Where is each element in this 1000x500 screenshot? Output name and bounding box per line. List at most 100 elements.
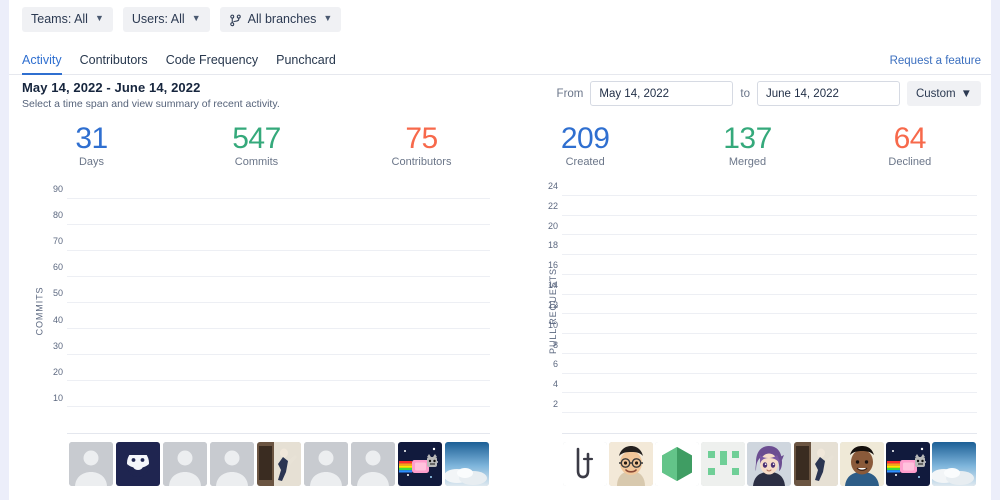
bar-slot xyxy=(208,186,255,434)
y-tick-label: 2 xyxy=(552,399,558,410)
y-tick-label: 10 xyxy=(52,392,63,403)
photo-dancer-avatar[interactable] xyxy=(256,442,301,486)
stat-days: 31 Days xyxy=(9,122,174,168)
header-title-block: May 14, 2022 - June 14, 2022 Select a ti… xyxy=(22,79,280,110)
y-tick-label: 60 xyxy=(52,262,63,273)
request-a-feature-link[interactable]: Request a feature xyxy=(890,55,981,74)
branch-filter-dropdown[interactable]: All branches ▼ xyxy=(219,6,342,32)
lt-logo-avatar[interactable] xyxy=(563,442,608,486)
bar-slot xyxy=(885,186,931,434)
photo-dancer-avatar[interactable] xyxy=(793,442,838,486)
commits-bars xyxy=(67,186,490,434)
branch-icon xyxy=(229,14,242,27)
stat-created-value: 209 xyxy=(560,122,610,155)
stat-declined: 64 Declined xyxy=(829,122,991,168)
smiling-person-avatar[interactable] xyxy=(839,442,884,486)
tab-contributors[interactable]: Contributors xyxy=(80,53,148,74)
chevron-down-icon: ▼ xyxy=(960,87,972,100)
date-range-controls: From to Custom ▼ xyxy=(557,79,981,106)
bar-slot xyxy=(608,186,654,434)
avatar-slot xyxy=(839,442,885,494)
stat-contributors-label: Contributors xyxy=(391,156,452,168)
avatar-slot xyxy=(208,442,255,494)
filter-bar: Teams: All ▼ Users: All ▼ All branches ▼ xyxy=(9,0,991,38)
default-user-avatar[interactable] xyxy=(350,442,395,486)
default-user-avatar[interactable] xyxy=(68,442,113,486)
stat-created: 209 Created xyxy=(504,122,666,168)
stat-merged: 137 Merged xyxy=(666,122,828,168)
commits-plot-area: 10 20 30 40 50 60 70 80 90 xyxy=(41,184,490,434)
date-preset-label: Custom xyxy=(915,87,956,100)
bar-slot xyxy=(161,186,208,434)
default-user-avatar[interactable] xyxy=(209,442,254,486)
activity-dashboard: Teams: All ▼ Users: All ▼ All branches ▼… xyxy=(0,0,1000,500)
date-to-input[interactable] xyxy=(756,81,900,106)
y-tick-label: 10 xyxy=(547,319,558,330)
tab-code-frequency[interactable]: Code Frequency xyxy=(166,53,258,74)
nyan-cat-avatar[interactable] xyxy=(397,442,442,486)
tab-code-frequency-label: Code Frequency xyxy=(165,53,259,67)
bar-slot xyxy=(654,186,700,434)
tab-activity[interactable]: Activity xyxy=(22,53,62,75)
avatar-slot xyxy=(396,442,443,494)
tab-punchcard[interactable]: Punchcard xyxy=(276,53,336,74)
from-label: From xyxy=(556,87,584,100)
bar-slot xyxy=(931,186,977,434)
stat-contributors-value: 75 xyxy=(405,122,438,155)
bar-slot xyxy=(746,186,792,434)
y-tick-label: 14 xyxy=(547,280,558,291)
default-user-avatar[interactable] xyxy=(303,442,348,486)
bar-slot xyxy=(793,186,839,434)
bar-slot xyxy=(67,186,114,434)
avatar-slot xyxy=(931,442,977,494)
stat-contributors: 75 Contributors xyxy=(339,122,504,168)
stat-commits: 547 Commits xyxy=(174,122,339,168)
avatar-slot xyxy=(654,442,700,494)
commits-stats: 31 Days 547 Commits 75 Contributors xyxy=(9,118,504,180)
teams-filter-label: Teams: All xyxy=(31,12,88,26)
sky-clouds-avatar[interactable] xyxy=(444,442,489,486)
bar-slot xyxy=(839,186,885,434)
green-hexagon-avatar[interactable] xyxy=(655,442,700,486)
bar-slot xyxy=(114,186,161,434)
tab-contributors-label: Contributors xyxy=(79,53,148,67)
tab-activity-label: Activity xyxy=(22,53,62,67)
page-subtitle: Select a time span and view summary of r… xyxy=(22,98,280,110)
pull-requests-plot-area: 2 4 6 8 10 12 14 16 18 20 22 24 xyxy=(536,181,977,434)
date-preset-dropdown[interactable]: Custom ▼ xyxy=(906,81,981,106)
nyan-cat-avatar[interactable] xyxy=(885,442,930,486)
teams-filter-dropdown[interactable]: Teams: All ▼ xyxy=(22,6,113,32)
page-gutter-right xyxy=(991,0,1000,500)
chevron-down-icon: ▼ xyxy=(94,12,104,23)
default-user-avatar[interactable] xyxy=(162,442,207,486)
avatar-slot xyxy=(700,442,746,494)
branch-filter-label: All branches xyxy=(247,12,317,26)
users-filter-dropdown[interactable]: Users: All ▼ xyxy=(122,6,210,32)
page-gutter-left xyxy=(0,0,9,500)
stat-commits-value: 547 xyxy=(232,122,281,155)
bar-slot xyxy=(302,186,349,434)
stat-days-value: 31 xyxy=(75,122,108,155)
bar-slot xyxy=(396,186,443,434)
sky-clouds-avatar[interactable] xyxy=(931,442,976,486)
date-from-input[interactable] xyxy=(590,81,734,106)
commits-chart: COMMITS 10 20 30 40 50 60 70 80 90 xyxy=(9,180,504,442)
users-filter-label: Users: All xyxy=(131,12,185,26)
avatar-slot xyxy=(255,442,302,494)
bar-slot xyxy=(255,186,302,434)
pixel-grid-avatar[interactable] xyxy=(701,442,746,486)
stat-commits-label: Commits xyxy=(234,156,279,168)
anime-girl-avatar[interactable] xyxy=(747,442,792,486)
avatar-slot xyxy=(161,442,208,494)
tab-bar: Activity Contributors Code Frequency Pun… xyxy=(9,44,991,75)
avatar-slot xyxy=(562,442,608,494)
glasses-person-avatar[interactable] xyxy=(609,442,654,486)
bearded-face-avatar[interactable] xyxy=(115,442,160,486)
pull-requests-panel: 209 Created 137 Merged 64 Declined PULL … xyxy=(504,118,991,500)
commits-panel: 31 Days 547 Commits 75 Contributors COMM… xyxy=(9,118,504,500)
pull-requests-avatar-row xyxy=(504,442,991,494)
y-tick-label: 16 xyxy=(547,260,558,271)
page-title: May 14, 2022 - June 14, 2022 xyxy=(22,80,201,95)
pull-requests-y-axis-ticks: 2 4 6 8 10 12 14 16 18 20 22 24 xyxy=(536,181,558,434)
stat-merged-value: 137 xyxy=(723,122,772,155)
